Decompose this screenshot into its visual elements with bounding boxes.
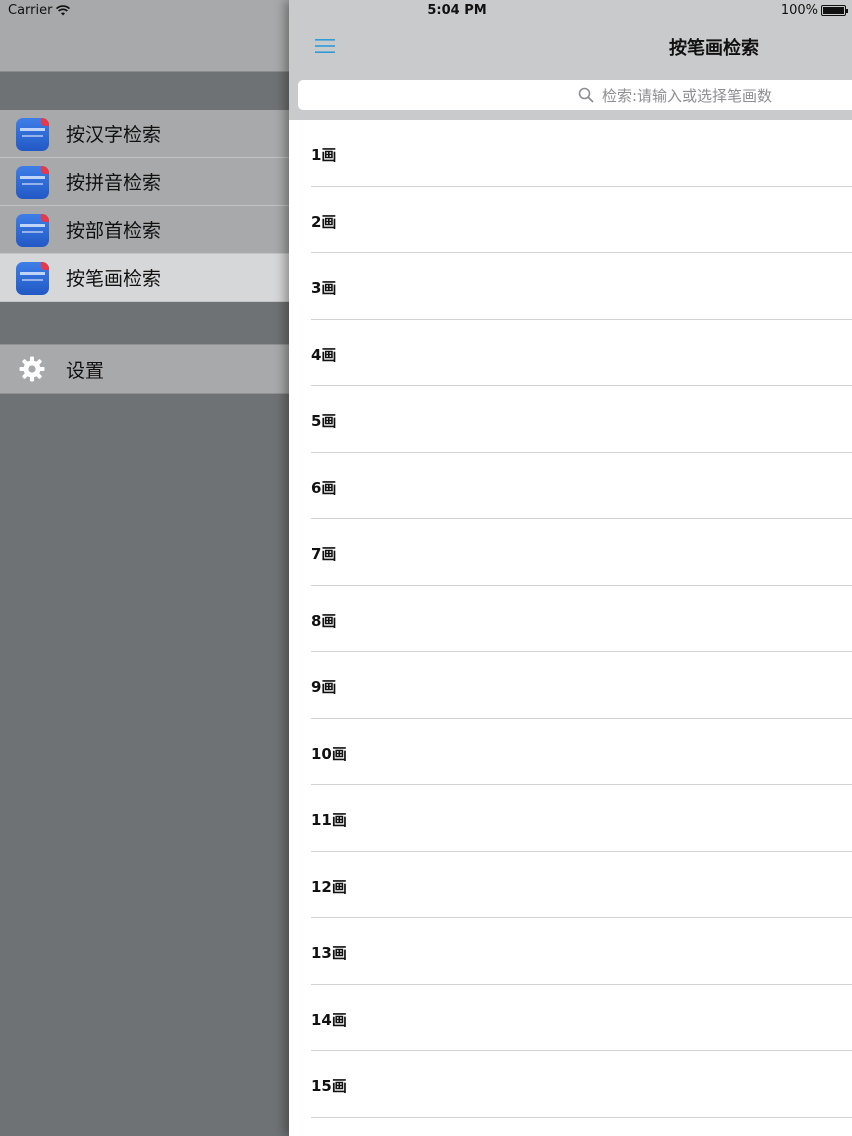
- battery-percent: 100%: [780, 3, 818, 18]
- sidebar-item-stroke[interactable]: 按笔画检索: [0, 254, 289, 302]
- stroke-count-label: 12画: [311, 877, 347, 896]
- search-field[interactable]: [298, 80, 852, 110]
- table-row[interactable]: 15画: [289, 1051, 852, 1118]
- status-battery-group: 100%: [780, 3, 848, 18]
- table-row[interactable]: 14画: [289, 985, 852, 1051]
- stroke-count-label: 4画: [311, 345, 337, 364]
- table-row[interactable]: 10画: [289, 719, 852, 785]
- row-separator: [311, 1116, 852, 1118]
- carrier-label: Carrier: [8, 3, 53, 18]
- sidebar-item-label: 按汉字检索: [66, 124, 162, 146]
- table-row[interactable]: 6画: [289, 453, 852, 519]
- sidebar-item-label: 按部首检索: [66, 220, 162, 242]
- table-row[interactable]: 11画: [289, 785, 852, 852]
- stroke-count-label: 13画: [311, 944, 347, 962]
- table-row[interactable]: 2画: [289, 187, 852, 253]
- table-row[interactable]: 3画: [289, 253, 852, 320]
- dictionary-app-icon: [16, 262, 49, 295]
- sidebar-item-hanzi[interactable]: 按汉字检索: [0, 110, 289, 158]
- dictionary-app-icon: [16, 214, 49, 247]
- gear-icon: [19, 356, 45, 382]
- sidebar-item-radical[interactable]: 按部首检索: [0, 206, 289, 254]
- stroke-count-label: 1画: [311, 146, 337, 164]
- dictionary-app-icon: [16, 166, 49, 199]
- table-row[interactable]: 8画: [289, 586, 852, 652]
- stroke-count-label: 14画: [311, 1010, 347, 1029]
- search-input[interactable]: [600, 83, 844, 109]
- sidebar-item-label: 按笔画检索: [66, 268, 162, 290]
- status-time: 5:04 PM: [427, 3, 487, 18]
- table-row[interactable]: 12画: [289, 852, 852, 918]
- table-row[interactable]: 7画: [289, 519, 852, 586]
- sidebar-item-pinyin[interactable]: 按拼音检索: [0, 158, 289, 206]
- page-title: 按笔画检索: [669, 38, 759, 59]
- stroke-count-label: 8画: [311, 611, 337, 630]
- search-icon: [578, 87, 594, 103]
- stroke-count-list: 1画 2画 3画 4画 5画 6画 7画 8画 9画 10画 11画 12画 13画 14画 15画: [289, 120, 852, 1118]
- table-row[interactable]: 5画: [289, 386, 852, 453]
- battery-icon: [821, 5, 848, 16]
- table-row[interactable]: 4画: [289, 320, 852, 386]
- stroke-count-label: 7画: [311, 545, 337, 563]
- sidebar-item-settings[interactable]: 设置: [0, 344, 289, 394]
- stroke-count-label: 2画: [311, 212, 337, 231]
- stroke-count-label: 11画: [311, 811, 347, 829]
- sidebar-item-label: 按拼音检索: [66, 172, 162, 194]
- settings-label: 设置: [66, 359, 105, 382]
- stroke-count-label: 5画: [311, 412, 337, 430]
- nav-bar: 5:04 PM 100% 按笔画检索: [289, 0, 852, 72]
- wifi-icon: [56, 5, 71, 16]
- sidebar: Carrier 按汉字检索 按拼音检索 按部首检索 按笔画检索 设置: [0, 0, 289, 1136]
- sidebar-header: Carrier: [0, 0, 289, 72]
- hamburger-menu-icon[interactable]: [315, 38, 335, 54]
- table-row[interactable]: 1画: [289, 120, 852, 187]
- dictionary-app-icon: [16, 118, 49, 151]
- status-carrier-group: Carrier: [8, 3, 71, 18]
- sidebar-menu: 按汉字检索 按拼音检索 按部首检索 按笔画检索: [0, 110, 289, 302]
- main-panel: 5:04 PM 100% 按笔画检索 1画 2画 3画 4画 5画 6画 7画 8画 9画 10画…: [289, 0, 852, 1136]
- table-row[interactable]: 13画: [289, 918, 852, 985]
- table-row[interactable]: 9画: [289, 652, 852, 719]
- stroke-count-label: 9画: [311, 678, 337, 696]
- stroke-count-label: 6画: [311, 478, 337, 497]
- search-bar: [289, 71, 852, 120]
- stroke-count-label: 3画: [311, 279, 337, 297]
- stroke-count-label: 15画: [311, 1077, 347, 1095]
- stroke-count-label: 10画: [311, 744, 347, 763]
